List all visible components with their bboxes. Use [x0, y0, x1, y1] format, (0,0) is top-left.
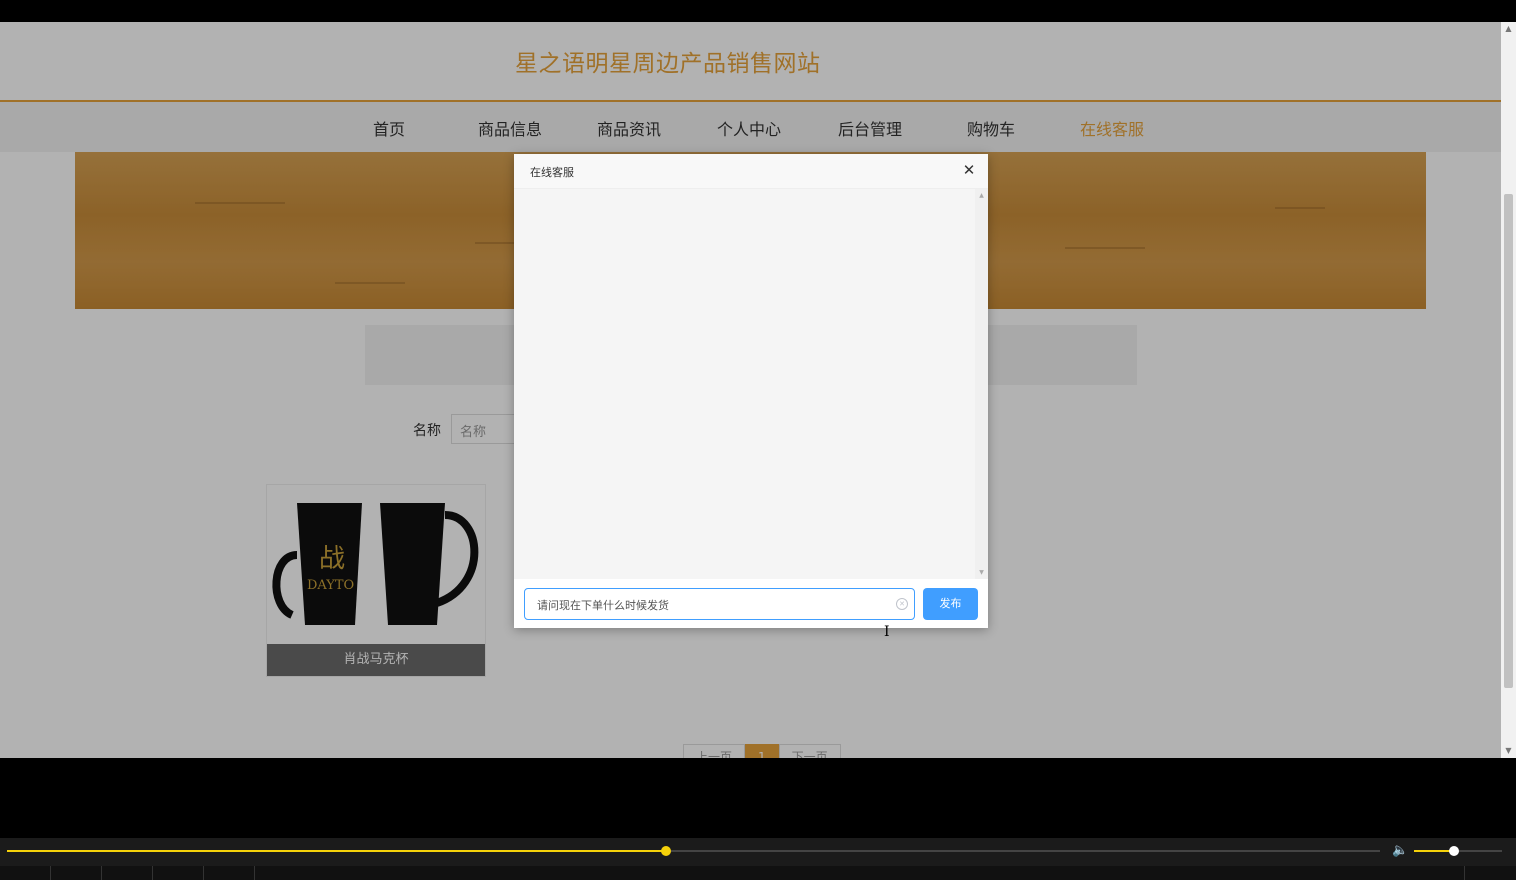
message-list[interactable] [514, 189, 988, 579]
scroll-up-icon[interactable]: ▲ [975, 192, 988, 199]
text-cursor-icon: I [884, 624, 890, 640]
message-scrollbar[interactable]: ▲ ▼ [975, 189, 988, 579]
progress-fill [7, 850, 667, 852]
volume-slider[interactable] [1414, 846, 1502, 856]
dialog-title: 在线客服 [530, 166, 574, 179]
progress-slider[interactable] [7, 846, 1380, 856]
message-input-value: 请问现在下单什么时候发货 [537, 599, 669, 612]
progress-knob[interactable] [661, 846, 672, 856]
online-service-dialog: 在线客服 ✕ ▲ ▼ 请问现在下单什么时候发货 ✕ 发布 [514, 154, 988, 628]
scrollbar-thumb[interactable] [1504, 194, 1513, 688]
volume-knob[interactable] [1448, 846, 1459, 856]
dialog-header: 在线客服 ✕ [514, 154, 988, 189]
close-icon[interactable]: ✕ [961, 162, 977, 178]
scroll-down-icon[interactable]: ▼ [1501, 744, 1516, 758]
page-scrollbar[interactable]: ▲ ▼ [1501, 22, 1516, 758]
scroll-down-icon[interactable]: ▼ [975, 569, 988, 576]
web-page: 星之语明星周边产品销售网站 首页 商品信息 商品资讯 个人中心 后台管理 购物车… [0, 22, 1501, 758]
message-input[interactable]: 请问现在下单什么时候发货 ✕ [524, 588, 915, 620]
segment-bar [0, 866, 1516, 880]
volume-fill [1414, 850, 1454, 852]
volume-icon[interactable]: 🔈 [1392, 843, 1408, 858]
scroll-up-icon[interactable]: ▲ [1501, 22, 1516, 36]
media-player-bar: 🔈 [0, 838, 1516, 880]
clear-icon[interactable]: ✕ [896, 598, 908, 610]
send-button[interactable]: 发布 [923, 588, 978, 620]
